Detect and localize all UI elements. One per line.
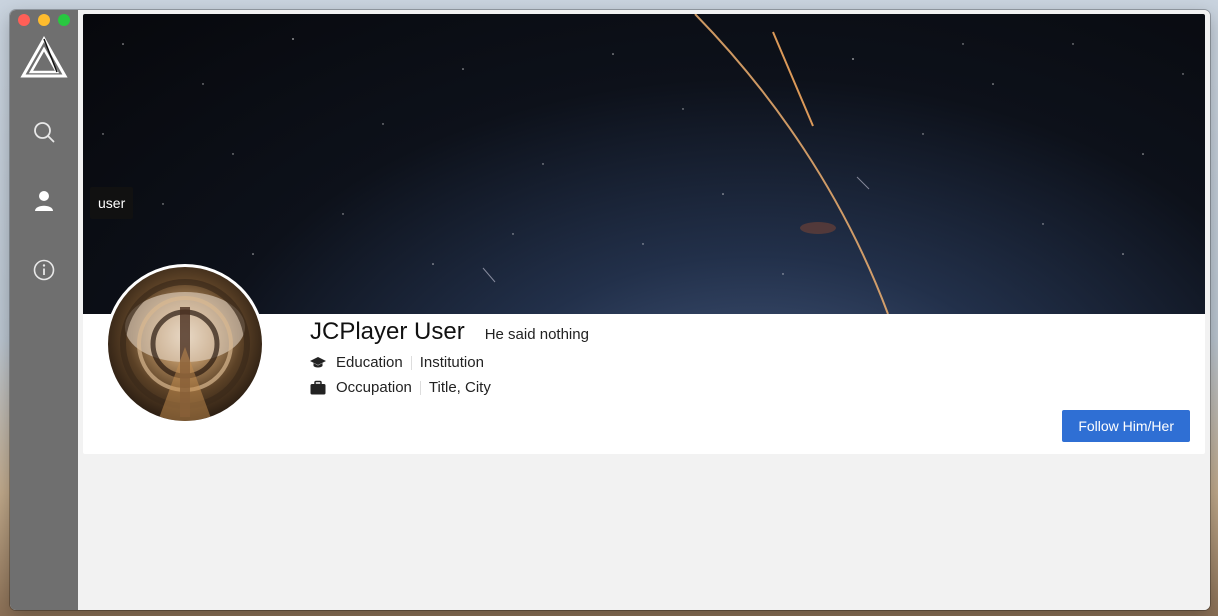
occupation-label: Occupation [336, 379, 412, 396]
sidebar [10, 10, 78, 610]
divider [410, 355, 412, 370]
minimize-window-button[interactable] [38, 14, 50, 26]
briefcase-icon [310, 380, 326, 394]
user-icon[interactable] [32, 189, 56, 213]
profile-name: JCPlayer User [310, 318, 465, 345]
window-controls [18, 14, 70, 26]
search-icon[interactable] [32, 120, 56, 144]
cover-image [83, 14, 1205, 314]
sidebar-tooltip: user [90, 187, 134, 219]
info-icon[interactable] [32, 258, 56, 282]
app-logo-icon[interactable] [20, 36, 68, 80]
avatar[interactable] [105, 264, 265, 424]
profile-bio: He said nothing [484, 326, 589, 343]
occupation-value: Title, City [428, 379, 491, 396]
divider [419, 380, 421, 395]
profile-header: JCPlayer User He said nothing [310, 318, 589, 346]
maximize-window-button[interactable] [58, 14, 70, 26]
close-window-button[interactable] [18, 14, 30, 26]
education-label: Education [336, 354, 403, 371]
app-window: JCPlayer User He said nothing Education … [10, 10, 1210, 610]
graduation-cap-icon [310, 356, 326, 367]
profile-card: JCPlayer User He said nothing Education … [83, 14, 1205, 454]
education-row: Education Institution [310, 354, 484, 371]
follow-button[interactable]: Follow Him/Her [1062, 410, 1190, 442]
occupation-row: Occupation Title, City [310, 379, 491, 396]
education-value: Institution [419, 354, 484, 371]
main-content: JCPlayer User He said nothing Education … [78, 10, 1210, 610]
